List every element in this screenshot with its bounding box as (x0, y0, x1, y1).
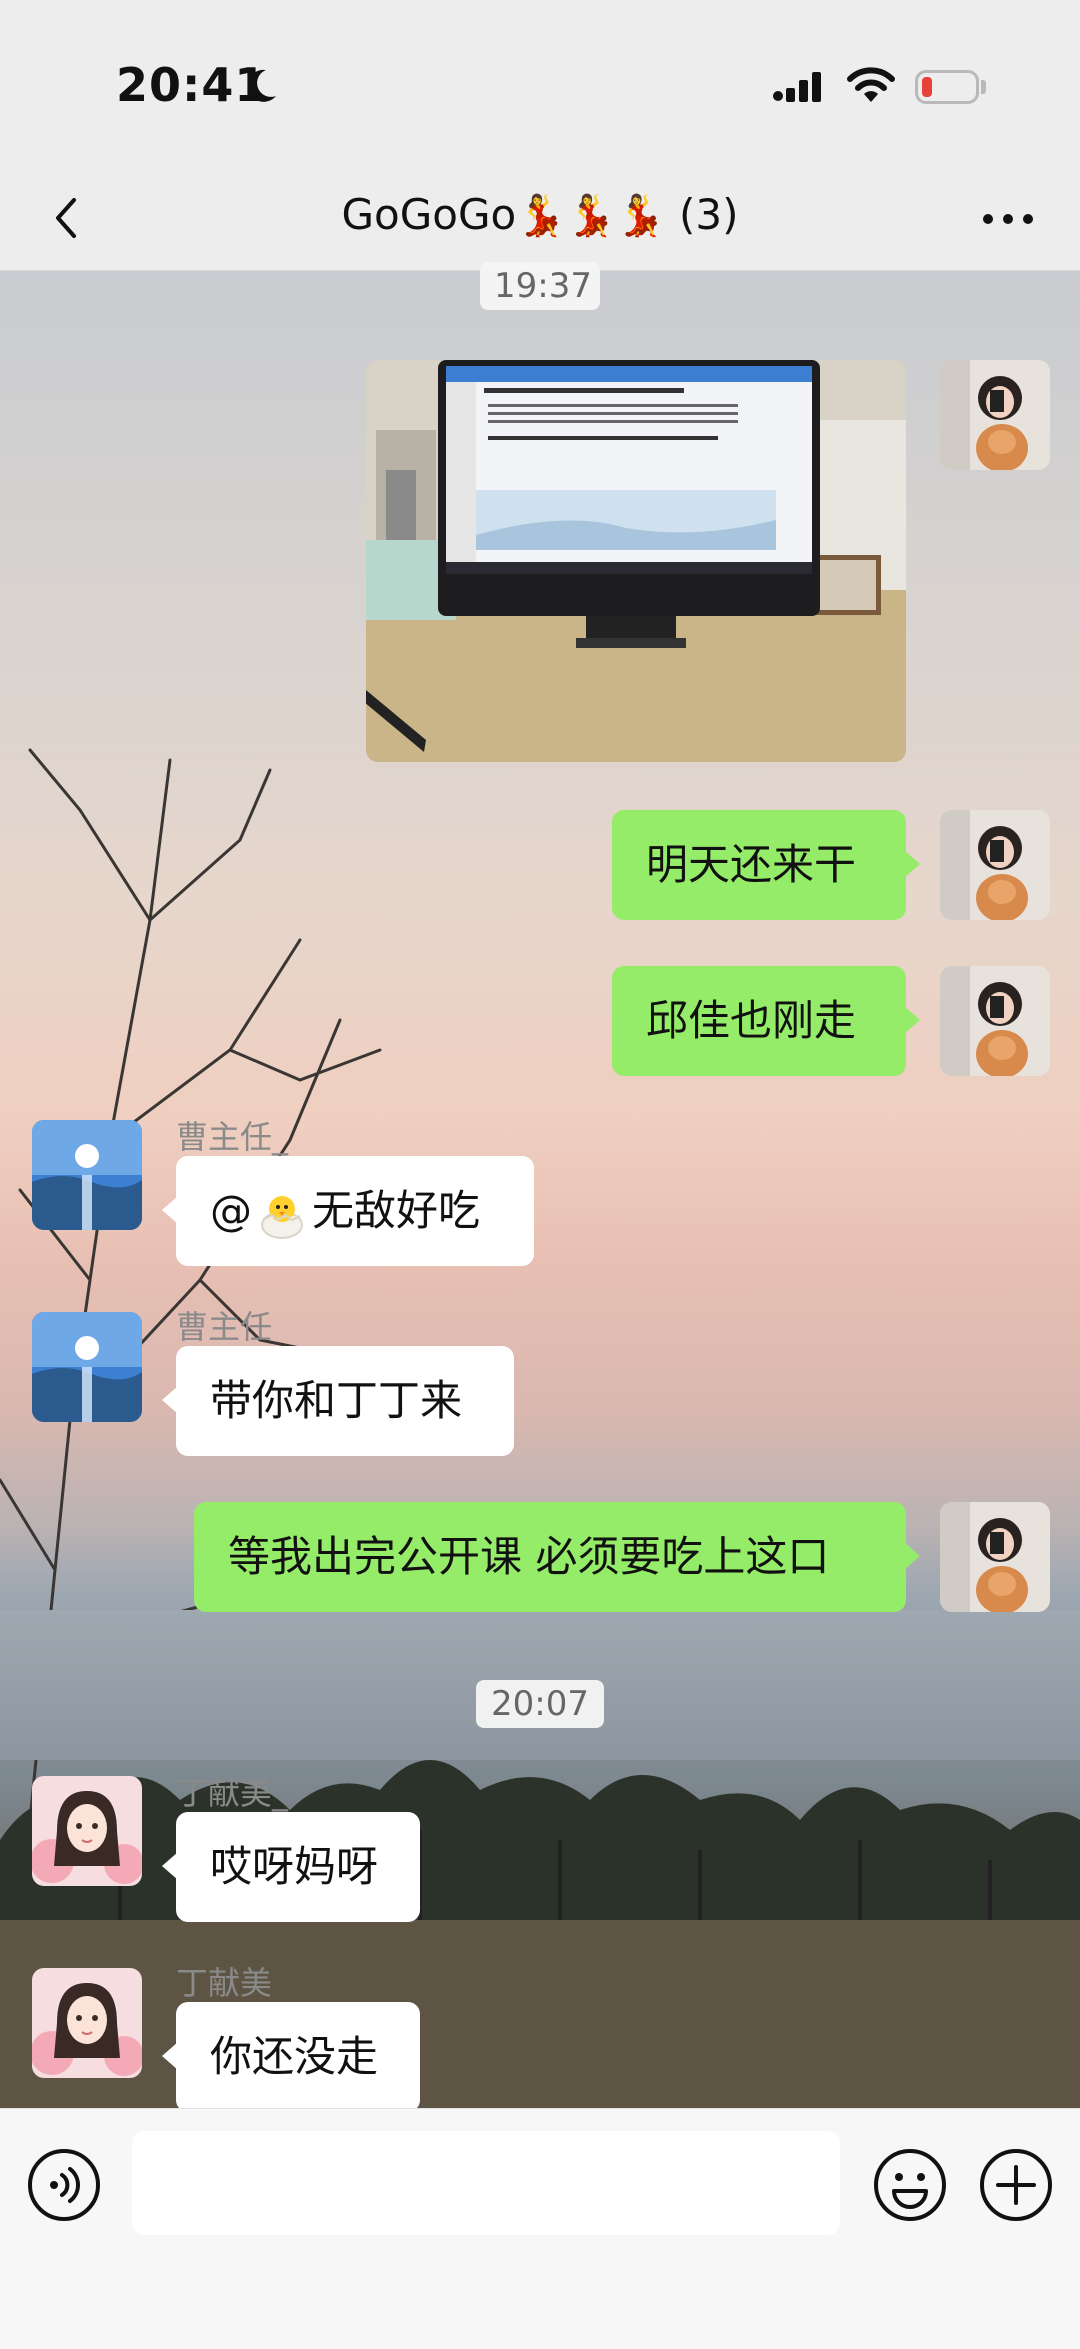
my-avatar[interactable] (940, 966, 1050, 1076)
photo-message[interactable] (366, 360, 906, 762)
outgoing-message-bubble[interactable]: 邱佳也刚走 (612, 966, 920, 1076)
avatar-image (940, 810, 1050, 920)
mention-at: @ (210, 1186, 252, 1235)
sender-name: 曹主任 (176, 1308, 273, 1346)
chat-header: GoGoGo💃💃💃 (3) (0, 170, 1080, 271)
wifi-icon (847, 67, 895, 102)
avatar-image (32, 1120, 142, 1230)
chat-title-emoji: 💃💃💃 (516, 193, 666, 239)
moon-icon (247, 69, 276, 102)
avatar-image (940, 1502, 1050, 1612)
avatar-image (32, 1968, 142, 2078)
message-text: 无敌好吃 (312, 1186, 481, 1235)
message-input[interactable] (132, 2131, 840, 2235)
incoming-message-bubble[interactable]: 带你和丁丁来 (162, 1346, 514, 1456)
chat-title-text: GoGoGo (341, 190, 517, 239)
sender-name: 曹主任_ (176, 1118, 289, 1156)
incoming-message-bubble[interactable]: 你还没走 (162, 2002, 420, 2112)
sender-name: 丁献美_ (176, 1774, 289, 1812)
chat-input-bar (0, 2108, 1080, 2349)
chat-title[interactable]: GoGoGo💃💃💃 (3) (0, 190, 1080, 239)
my-avatar[interactable] (940, 360, 1050, 470)
my-avatar[interactable] (940, 810, 1050, 920)
photo-monitor-on-desk (366, 360, 906, 762)
battery-level (922, 77, 932, 97)
more-icon[interactable] (978, 204, 1038, 234)
incoming-message-bubble[interactable]: @ 无敌好吃 (162, 1156, 534, 1266)
avatar-image (940, 360, 1050, 470)
emoji-icon[interactable] (872, 2147, 948, 2223)
plus-icon[interactable] (978, 2147, 1054, 2223)
status-bar: 20:41 (0, 0, 1080, 170)
member-count: (3) (679, 190, 739, 239)
voice-icon[interactable] (26, 2147, 102, 2223)
hatching-chick-icon (261, 1195, 303, 1239)
sender-avatar[interactable] (32, 1312, 142, 1422)
sender-name: 丁献美 (176, 1964, 273, 2002)
avatar-image (32, 1776, 142, 1886)
outgoing-message-bubble[interactable]: 明天还来干 (612, 810, 920, 920)
message-timestamp: 20:07 (476, 1680, 604, 1728)
sender-avatar[interactable] (32, 1120, 142, 1230)
message-timestamp: 19:37 (480, 262, 600, 310)
battery-icon (915, 70, 979, 104)
signal-icon (773, 72, 821, 102)
avatar-image (32, 1312, 142, 1422)
sender-avatar[interactable] (32, 1968, 142, 2078)
my-avatar[interactable] (940, 1502, 1050, 1612)
incoming-message-bubble[interactable]: 哎呀妈呀 (162, 1812, 420, 1922)
avatar-image (940, 966, 1050, 1076)
outgoing-message-bubble[interactable]: 等我出完公开课 必须要吃上这口 (194, 1502, 920, 1612)
battery-cap (981, 80, 986, 94)
sender-avatar[interactable] (32, 1776, 142, 1886)
